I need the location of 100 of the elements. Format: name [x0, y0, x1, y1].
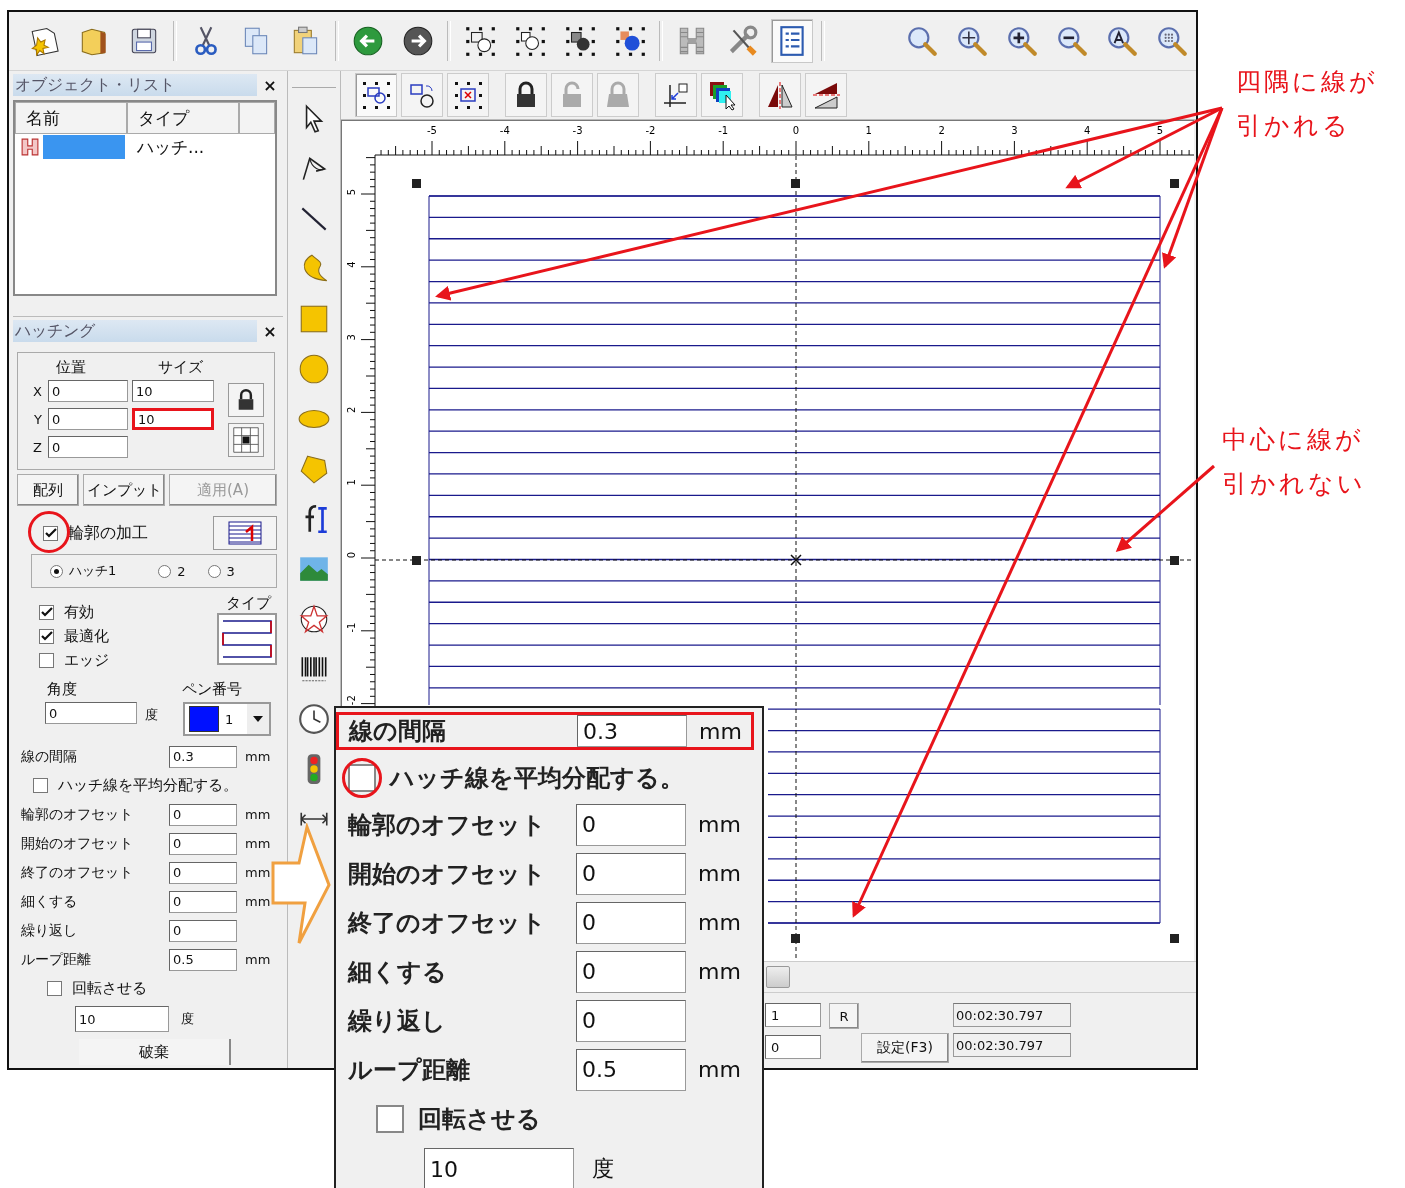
ruler-label: -5 [427, 125, 437, 136]
selection-handle[interactable] [1170, 556, 1179, 565]
anchor-button[interactable] [228, 423, 264, 457]
toolbar-button[interactable] [401, 73, 443, 117]
input-field[interactable]: 0.3 [169, 745, 237, 768]
annotation-text: 四隅に線が 引かれる [1236, 66, 1378, 142]
input-field[interactable]: 0 [765, 1035, 821, 1059]
time-display: 00:02:30.797 [953, 1033, 1071, 1057]
input-field[interactable]: 0 [576, 803, 686, 846]
checkbox[interactable] [43, 525, 58, 541]
position-field[interactable]: 0 [48, 408, 128, 430]
toolbar-button[interactable] [771, 19, 813, 63]
time-display: 00:02:30.797 [953, 1003, 1071, 1027]
lock-button[interactable] [228, 383, 264, 417]
toolbar-button[interactable] [805, 73, 847, 117]
input-field[interactable]: 0 [169, 861, 237, 884]
unit-label: mm [245, 952, 271, 967]
checkbox-label: 回転させる [418, 1104, 541, 1135]
checkbox[interactable] [39, 604, 54, 620]
input-field[interactable]: 1 [765, 1003, 821, 1027]
ruler-label: -2 [346, 695, 357, 706]
column-header[interactable]: 名前 [15, 102, 127, 134]
input-field[interactable]: 10 [424, 1148, 574, 1188]
toolbar-button[interactable] [355, 73, 397, 117]
radio-button[interactable] [207, 564, 221, 578]
radio-button[interactable] [158, 564, 172, 578]
input-field[interactable]: 10 [75, 1006, 169, 1032]
field-label: 繰り返し [21, 921, 78, 940]
radio-button[interactable] [50, 564, 63, 578]
unit-label: mm [698, 812, 741, 837]
close-button[interactable]: × [257, 74, 283, 96]
discard-button[interactable]: 破棄 [79, 1039, 231, 1065]
toolbar-button[interactable] [759, 73, 801, 117]
selection-handle[interactable] [412, 179, 421, 188]
toolbar-button[interactable] [655, 73, 697, 117]
checkbox[interactable] [39, 652, 54, 668]
checkbox[interactable] [348, 764, 376, 792]
ruler-label: 0 [792, 125, 800, 136]
close-button[interactable]: × [257, 320, 283, 342]
scroll-thumb[interactable] [766, 966, 790, 988]
zoom-pan-icon [955, 24, 989, 58]
selection-handle[interactable] [412, 556, 421, 565]
hatch-lines[interactable] [767, 708, 1161, 924]
toolbar-button[interactable] [447, 73, 489, 117]
selection-handle[interactable] [791, 934, 800, 943]
pen-dropdown[interactable]: 1 [183, 702, 271, 736]
field-label: 終了のオフセット [21, 863, 134, 882]
ruler-label: -1 [718, 125, 729, 136]
input-field[interactable]: 0.5 [576, 1048, 686, 1091]
selection-handle[interactable] [1170, 934, 1179, 943]
size-field[interactable]: 10 [132, 380, 214, 402]
dropdown-arrow-icon [253, 716, 263, 722]
action-button[interactable]: インプット [83, 474, 165, 506]
hatch-lines[interactable] [428, 195, 1161, 706]
unit-label: mm [245, 865, 271, 880]
toolbar-button[interactable] [505, 73, 547, 117]
input-field[interactable]: 0 [169, 919, 237, 942]
action-button[interactable]: 配列 [17, 474, 79, 506]
circle-icon[interactable] [297, 352, 331, 386]
input-field[interactable]: 0 [576, 999, 686, 1042]
clock-icon[interactable] [297, 702, 331, 736]
field-label: 細くする [21, 892, 78, 911]
selection-handle[interactable] [1170, 179, 1179, 188]
contour-preview-button[interactable] [213, 516, 277, 550]
ruler-label: 2 [346, 406, 357, 413]
name-cell[interactable] [43, 135, 125, 159]
angle-field[interactable]: 0 [45, 702, 137, 724]
input-field[interactable]: 0 [169, 890, 237, 913]
input-field[interactable]: 0 [576, 950, 686, 993]
checkbox[interactable] [376, 1105, 404, 1133]
input-field[interactable]: 0.3 [577, 715, 687, 747]
hatch-type-button[interactable] [217, 613, 277, 665]
column-header[interactable]: タイプ [127, 102, 239, 134]
checkbox[interactable] [33, 778, 48, 793]
checkbox[interactable] [39, 628, 54, 644]
ruler-label: 3 [346, 334, 357, 341]
zoom-grid-icon [1155, 24, 1189, 58]
ruler-label: 5 [1156, 125, 1164, 136]
ruler-label: 4 [1084, 125, 1091, 136]
size-field[interactable]: 10 [132, 408, 214, 430]
input-field[interactable]: 0 [169, 832, 237, 855]
unit-label: mm [698, 959, 741, 984]
checkbox[interactable] [47, 981, 62, 996]
input-field[interactable]: 0 [169, 803, 237, 826]
group-select-icon [513, 24, 547, 58]
position-field[interactable]: 0 [48, 436, 128, 458]
axis-label: Z [32, 439, 43, 455]
toolbar-button[interactable] [701, 73, 743, 117]
ruler-label: 3 [1011, 125, 1018, 136]
ruler-label: 4 [346, 261, 357, 268]
ruler-label: -2 [645, 125, 656, 136]
column-label: 位置 [56, 358, 86, 377]
input-field[interactable]: 0.5 [169, 948, 237, 971]
ruler-label: -4 [499, 125, 510, 136]
position-field[interactable]: 0 [48, 380, 128, 402]
input-field[interactable]: 0 [576, 901, 686, 944]
input-field[interactable]: 0 [576, 852, 686, 895]
settings-button[interactable]: 設定(F3) [861, 1033, 949, 1063]
selection-handle[interactable] [791, 179, 800, 188]
reset-button[interactable]: R [829, 1003, 859, 1029]
